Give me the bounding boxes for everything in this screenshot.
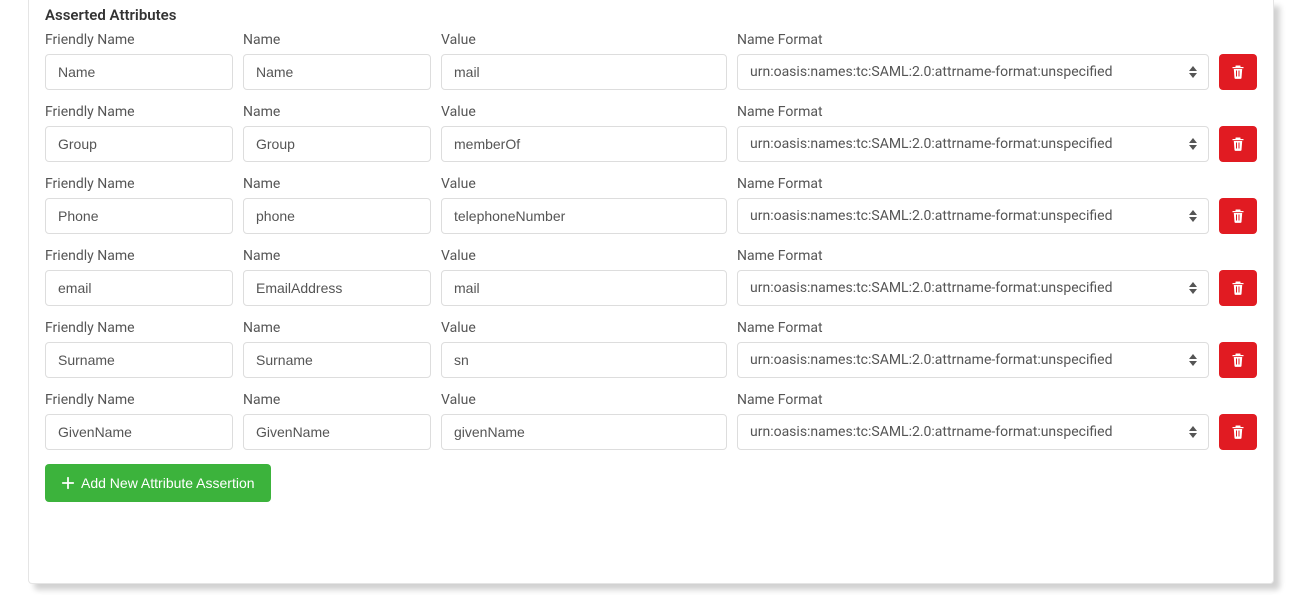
name-format-select[interactable]: urn:oasis:names:tc:SAML:2.0:attrname-for… (737, 126, 1209, 162)
add-attribute-assertion-button[interactable]: Add New Attribute Assertion (45, 464, 271, 502)
friendly-name-input[interactable] (45, 126, 233, 162)
name-label: Name (243, 320, 431, 336)
friendly-name-input[interactable] (45, 414, 233, 450)
attribute-row: Friendly Name Name Value Name Format urn… (45, 248, 1257, 306)
value-label: Value (441, 32, 727, 48)
name-input[interactable] (243, 198, 431, 234)
friendly-name-input[interactable] (45, 198, 233, 234)
attribute-row: Friendly Name Name Value Name Format urn… (45, 392, 1257, 450)
friendly-name-input[interactable] (45, 270, 233, 306)
friendly-name-label: Friendly Name (45, 392, 233, 408)
name-label: Name (243, 32, 431, 48)
value-input[interactable] (441, 54, 727, 90)
delete-row-button[interactable] (1219, 414, 1257, 450)
friendly-name-label: Friendly Name (45, 320, 233, 336)
value-label: Value (441, 320, 727, 336)
value-input[interactable] (441, 270, 727, 306)
name-format-select[interactable]: urn:oasis:names:tc:SAML:2.0:attrname-for… (737, 198, 1209, 234)
delete-row-button[interactable] (1219, 54, 1257, 90)
trash-icon (1230, 424, 1246, 440)
value-label: Value (441, 104, 727, 120)
asserted-attributes-panel: Asserted Attributes Friendly Name Name V… (28, 0, 1274, 584)
name-input[interactable] (243, 270, 431, 306)
value-input[interactable] (441, 126, 727, 162)
name-input[interactable] (243, 54, 431, 90)
value-input[interactable] (441, 414, 727, 450)
name-format-label: Name Format (737, 320, 1209, 336)
section-title: Asserted Attributes (45, 6, 1257, 24)
delete-row-button[interactable] (1219, 126, 1257, 162)
attribute-row: Friendly Name Name Value Name Format urn… (45, 32, 1257, 90)
value-label: Value (441, 392, 727, 408)
friendly-name-label: Friendly Name (45, 248, 233, 264)
trash-icon (1230, 208, 1246, 224)
name-format-label: Name Format (737, 32, 1209, 48)
name-input[interactable] (243, 126, 431, 162)
friendly-name-label: Friendly Name (45, 176, 233, 192)
name-label: Name (243, 176, 431, 192)
friendly-name-input[interactable] (45, 54, 233, 90)
trash-icon (1230, 64, 1246, 80)
value-label: Value (441, 176, 727, 192)
friendly-name-input[interactable] (45, 342, 233, 378)
trash-icon (1230, 352, 1246, 368)
trash-icon (1230, 280, 1246, 296)
name-input[interactable] (243, 414, 431, 450)
friendly-name-label: Friendly Name (45, 104, 233, 120)
attribute-row: Friendly Name Name Value Name Format urn… (45, 104, 1257, 162)
attribute-row: Friendly Name Name Value Name Format urn… (45, 320, 1257, 378)
attribute-row: Friendly Name Name Value Name Format urn… (45, 176, 1257, 234)
name-input[interactable] (243, 342, 431, 378)
name-format-label: Name Format (737, 176, 1209, 192)
friendly-name-label: Friendly Name (45, 32, 233, 48)
delete-row-button[interactable] (1219, 342, 1257, 378)
trash-icon (1230, 136, 1246, 152)
name-format-label: Name Format (737, 392, 1209, 408)
name-label: Name (243, 248, 431, 264)
value-input[interactable] (441, 342, 727, 378)
name-format-label: Name Format (737, 248, 1209, 264)
name-format-select[interactable]: urn:oasis:names:tc:SAML:2.0:attrname-for… (737, 342, 1209, 378)
plus-icon (61, 476, 75, 490)
delete-row-button[interactable] (1219, 270, 1257, 306)
add-button-label: Add New Attribute Assertion (81, 475, 255, 491)
name-format-select[interactable]: urn:oasis:names:tc:SAML:2.0:attrname-for… (737, 270, 1209, 306)
name-format-select[interactable]: urn:oasis:names:tc:SAML:2.0:attrname-for… (737, 414, 1209, 450)
name-label: Name (243, 104, 431, 120)
value-input[interactable] (441, 198, 727, 234)
name-format-select[interactable]: urn:oasis:names:tc:SAML:2.0:attrname-for… (737, 54, 1209, 90)
name-label: Name (243, 392, 431, 408)
name-format-label: Name Format (737, 104, 1209, 120)
value-label: Value (441, 248, 727, 264)
delete-row-button[interactable] (1219, 198, 1257, 234)
